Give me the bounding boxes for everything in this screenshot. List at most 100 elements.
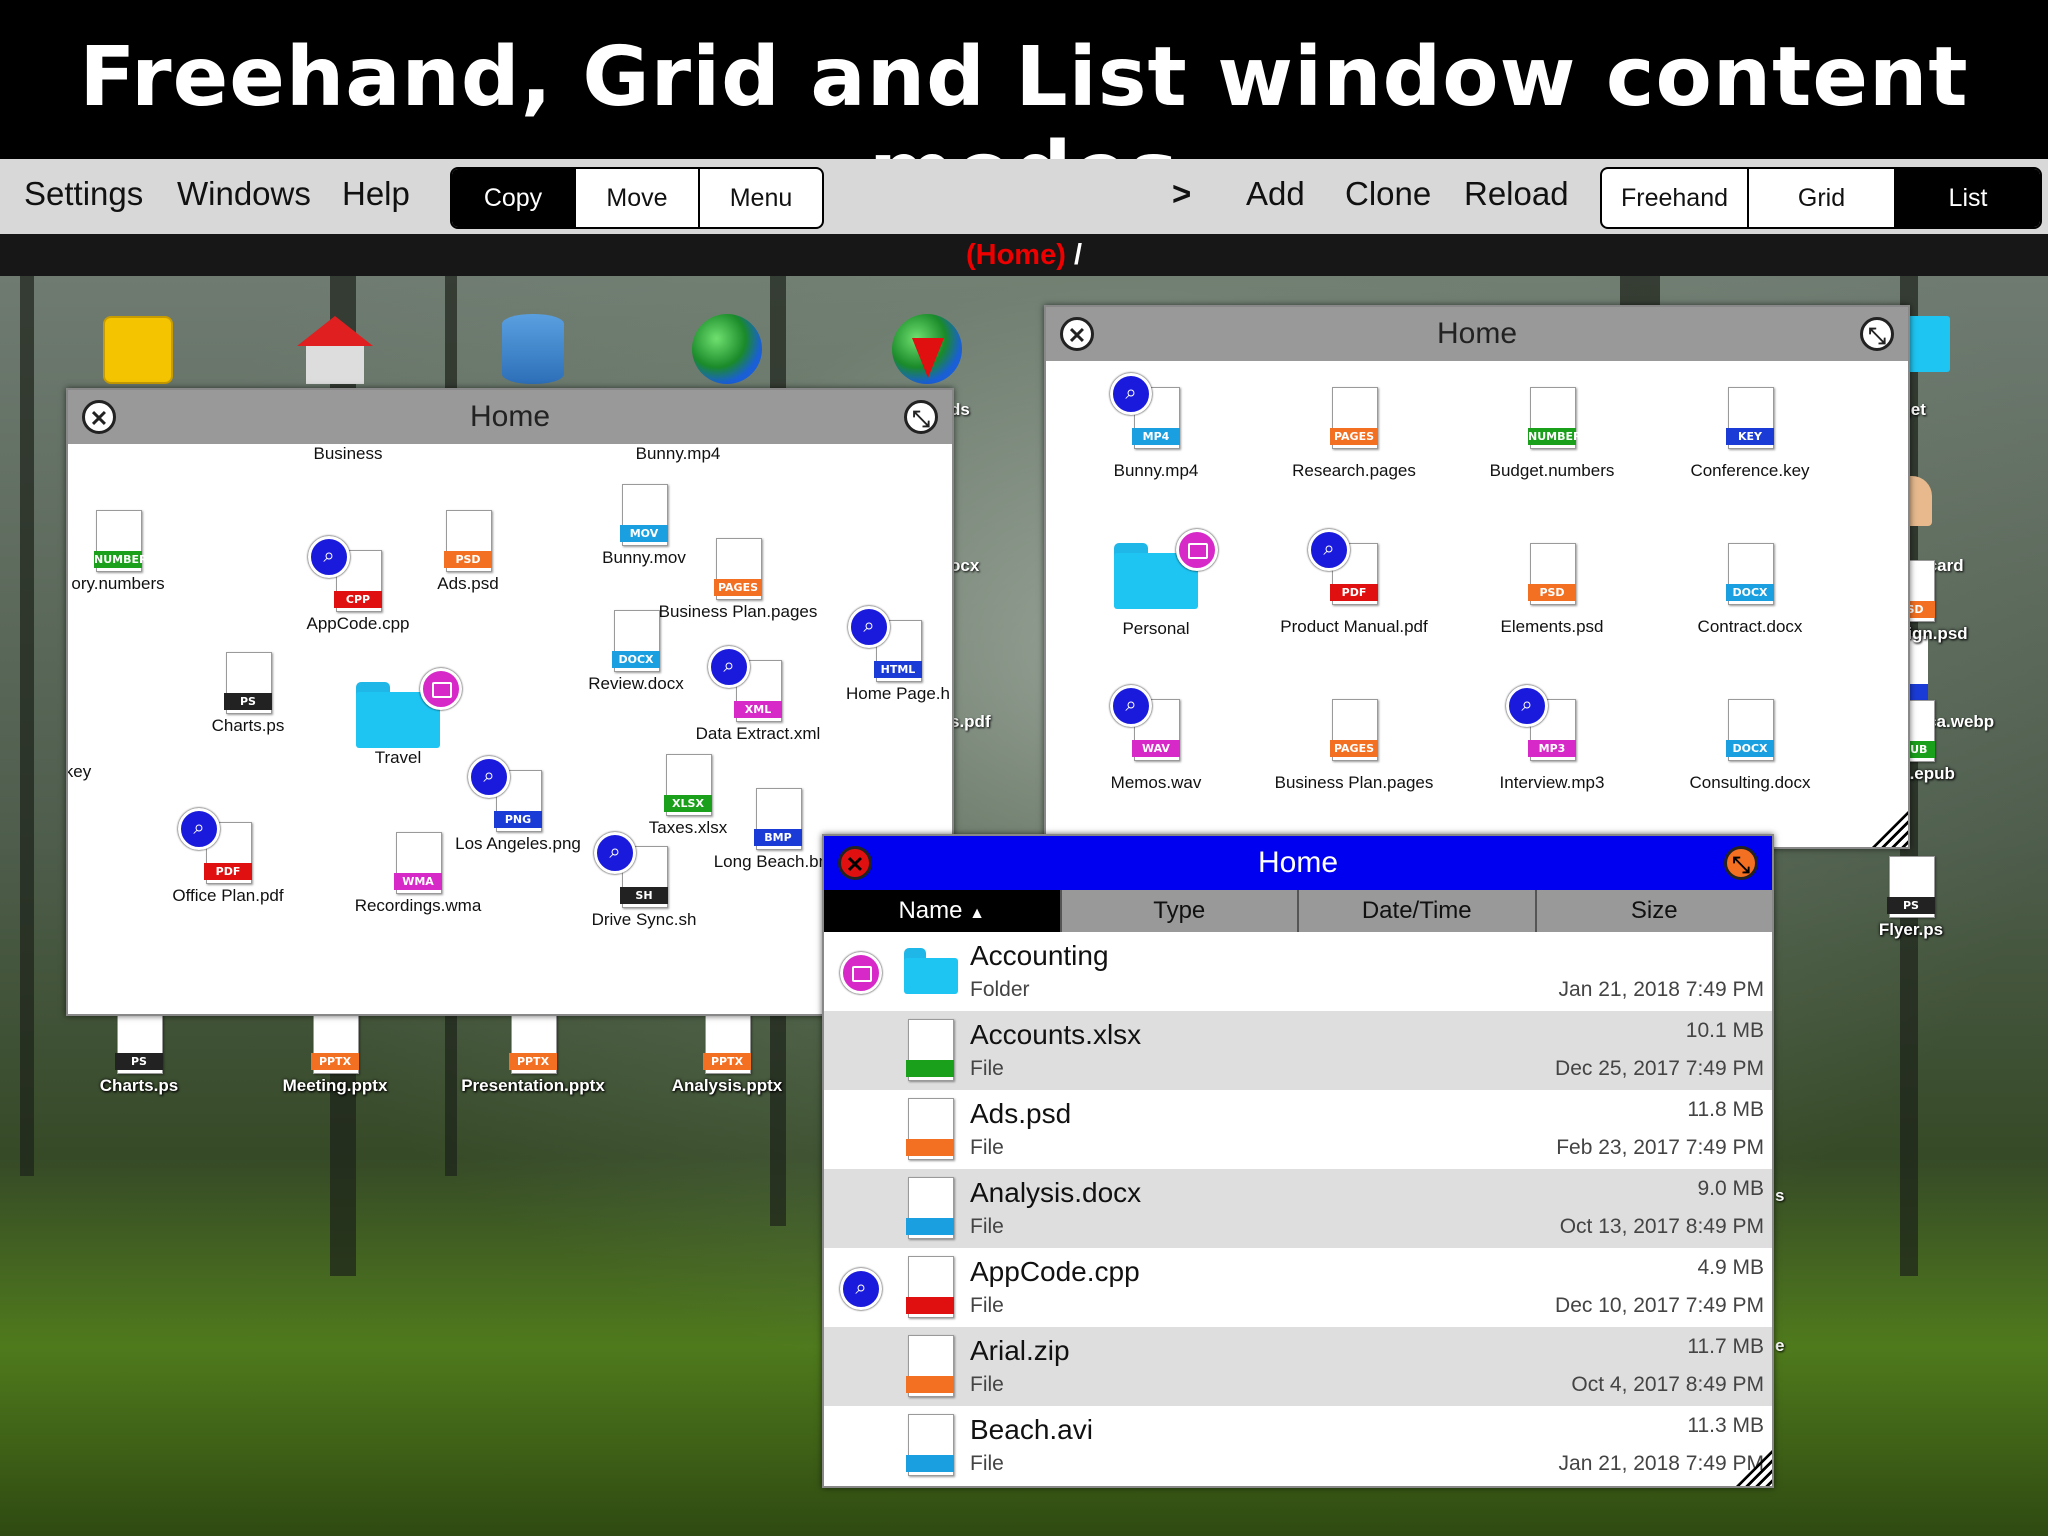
move-mode-button[interactable]: Move (576, 169, 700, 227)
grid-item[interactable]: PAGES Research.pages (1264, 387, 1444, 481)
psd-file-icon: PSD (1526, 543, 1578, 607)
file-type: Folder (970, 978, 1030, 1001)
file-size: 11.8 MB (1687, 1098, 1764, 1121)
private-badge-icon (1176, 529, 1218, 571)
close-icon[interactable]: ✕ (82, 400, 116, 434)
list-row[interactable]: Analysis.docx File 9.0 MB Oct 13, 2017 8:49… (824, 1169, 1772, 1248)
clone-button[interactable]: Clone (1345, 175, 1431, 213)
file-label: Presentation.pptx (461, 1076, 605, 1095)
home-icon[interactable] (260, 316, 410, 384)
list-row[interactable]: Accounting Folder Jan 21, 2018 7:49 PM (824, 932, 1772, 1011)
grid-item[interactable]: MP4 Bunny.mp4 ⌕ (1066, 373, 1246, 481)
desktop-file-14[interactable]: PPTX Analysis.pptx (652, 1012, 802, 1096)
grid-item[interactable]: PAGES Business Plan.pages (1264, 699, 1444, 793)
file-date: Jan 21, 2018 7:49 PM (1558, 1452, 1764, 1475)
file-size: 11.3 MB (1687, 1414, 1764, 1437)
file-type: File (970, 1294, 1004, 1317)
database-icon[interactable] (458, 314, 608, 384)
key-file-icon: KEY (1724, 387, 1776, 451)
freehand-item[interactable]: key (68, 762, 168, 782)
desktop-file-10[interactable]: PS Flyer.ps (1836, 856, 1986, 940)
grid-item[interactable]: DOCX Contract.docx (1660, 543, 1840, 637)
file-file-icon (904, 1019, 956, 1083)
windows-menu[interactable]: Windows (177, 175, 311, 213)
column-size[interactable]: Size (1537, 890, 1773, 932)
list-row[interactable]: Ads.psd File 11.8 MB Feb 23, 2017 7:49 PM (824, 1090, 1772, 1169)
list-row[interactable]: Beach.avi File 11.3 MB Jan 21, 2018 7:49 PM (824, 1406, 1772, 1485)
search-badge-icon: ⌕ (1110, 373, 1152, 415)
freehand-item[interactable]: PDF Office Plan.pdf ⌕ (138, 808, 318, 906)
window-titlebar[interactable]: Home ✕ ⤡ (1046, 307, 1908, 361)
folder-icon (904, 948, 958, 994)
grid-item[interactable]: Personal (1066, 529, 1246, 639)
desktop-file-11[interactable]: PS Charts.ps (64, 1012, 214, 1096)
add-button[interactable]: Add (1246, 175, 1305, 213)
list-row[interactable]: ⌕ AppCode.cpp File 4.9 MB Dec 10, 2017 7:49 … (824, 1248, 1772, 1327)
menu-mode-button[interactable]: Menu (700, 169, 822, 227)
close-icon[interactable]: ✕ (1060, 317, 1094, 351)
grid-window[interactable]: Home ✕ ⤡ MP4 Bunny.mp4 ⌕ PAGES Research.page… (1044, 305, 1910, 849)
path-home-link[interactable]: (Home) (966, 239, 1066, 271)
numbers-file-icon: NUMBERS (1526, 387, 1589, 451)
file-file-icon (904, 1335, 956, 1399)
item-label: Travel (374, 748, 422, 767)
grid-mode-button[interactable]: Grid (1749, 169, 1896, 227)
psd-file-icon: PSD (442, 510, 494, 574)
grid-item[interactable]: WAV Memos.wav ⌕ (1066, 685, 1246, 793)
copy-mode-button[interactable]: Copy (452, 169, 576, 227)
window-titlebar[interactable]: Home ✕ ⤡ (68, 390, 952, 444)
path-separator: / (1073, 239, 1082, 271)
resize-icon[interactable]: ⤡ (1724, 846, 1758, 880)
list-row[interactable]: Arial.zip File 11.7 MB Oct 4, 2017 8:49 PM (824, 1327, 1772, 1406)
list-mode-button[interactable]: List (1896, 169, 2040, 227)
freehand-window[interactable]: Home ✕ ⤡ Business Bunny.mp4 MOV Bunny.mov NU… (66, 388, 954, 1016)
freehand-item[interactable]: XML Data Extract.xml ⌕ (668, 646, 848, 744)
freehand-item[interactable]: PSD Ads.psd (378, 510, 558, 594)
download-globe-icon[interactable] (852, 314, 1002, 384)
file-name: Analysis.docx (970, 1177, 1142, 1208)
freehand-item[interactable]: SH Drive Sync.sh ⌕ (554, 832, 734, 930)
grid-item[interactable]: KEY Conference.key (1660, 387, 1840, 481)
search-badge-icon: ⌕ (1506, 685, 1548, 727)
private-badge-icon (840, 952, 882, 994)
item-label: Bunny.mp4 (635, 444, 721, 463)
reload-button[interactable]: Reload (1464, 175, 1569, 213)
settings-menu[interactable]: Settings (24, 175, 143, 213)
window-titlebar[interactable]: Home ✕ ⤡ (824, 836, 1772, 890)
help-menu[interactable]: Help (342, 175, 410, 213)
partial-label: s (1775, 1186, 1785, 1205)
freehand-item[interactable]: NUMBERS ory.numbers (68, 510, 208, 594)
freehand-mode-button[interactable]: Freehand (1602, 169, 1749, 227)
column-datetime[interactable]: Date/Time (1299, 890, 1537, 932)
file-file-icon (904, 1098, 956, 1162)
network-globe-icon[interactable] (652, 314, 802, 384)
item-label: Recordings.wma (354, 896, 482, 915)
list-window[interactable]: Home ✕ ⤡ Name ▲ Type Date/Time Size Acco… (822, 834, 1774, 1488)
desktop-file-13[interactable]: PPTX Presentation.pptx (458, 1012, 608, 1096)
freehand-item[interactable]: WMA Recordings.wma (328, 832, 508, 916)
item-label: Business Plan.pages (1274, 773, 1434, 792)
drive-icon[interactable] (63, 316, 213, 384)
grid-item[interactable]: DOCX Consulting.docx (1660, 699, 1840, 793)
item-label: Office Plan.pdf (172, 886, 284, 905)
column-type[interactable]: Type (1062, 890, 1299, 932)
file-label: Flyer.ps (1878, 920, 1944, 939)
grid-item[interactable]: MP3 Interview.mp3 ⌕ (1462, 685, 1642, 793)
close-icon[interactable]: ✕ (838, 846, 872, 880)
tree-trunk (20, 276, 34, 1176)
freehand-item[interactable]: Business (258, 444, 438, 464)
desktop-file-12[interactable]: PPTX Meeting.pptx (260, 1012, 410, 1096)
grid-item[interactable]: PSD Elements.psd (1462, 543, 1642, 637)
resize-icon[interactable]: ⤡ (904, 400, 938, 434)
grid-item[interactable]: NUMBERS Budget.numbers (1462, 387, 1642, 481)
ps-file-icon: PS (222, 652, 274, 716)
arrow-button[interactable]: > (1172, 175, 1191, 213)
list-row[interactable]: Accounts.xlsx File 10.1 MB Dec 25, 2017 7:4… (824, 1011, 1772, 1090)
file-size: 10.1 MB (1685, 1019, 1764, 1042)
item-label: key (68, 762, 92, 781)
grid-item[interactable]: PDF Product Manual.pdf ⌕ (1264, 529, 1444, 637)
freehand-item[interactable]: Bunny.mp4 (588, 444, 768, 464)
column-name[interactable]: Name ▲ (824, 890, 1062, 932)
resize-icon[interactable]: ⤡ (1860, 317, 1894, 351)
freehand-item[interactable]: Travel (308, 668, 488, 768)
